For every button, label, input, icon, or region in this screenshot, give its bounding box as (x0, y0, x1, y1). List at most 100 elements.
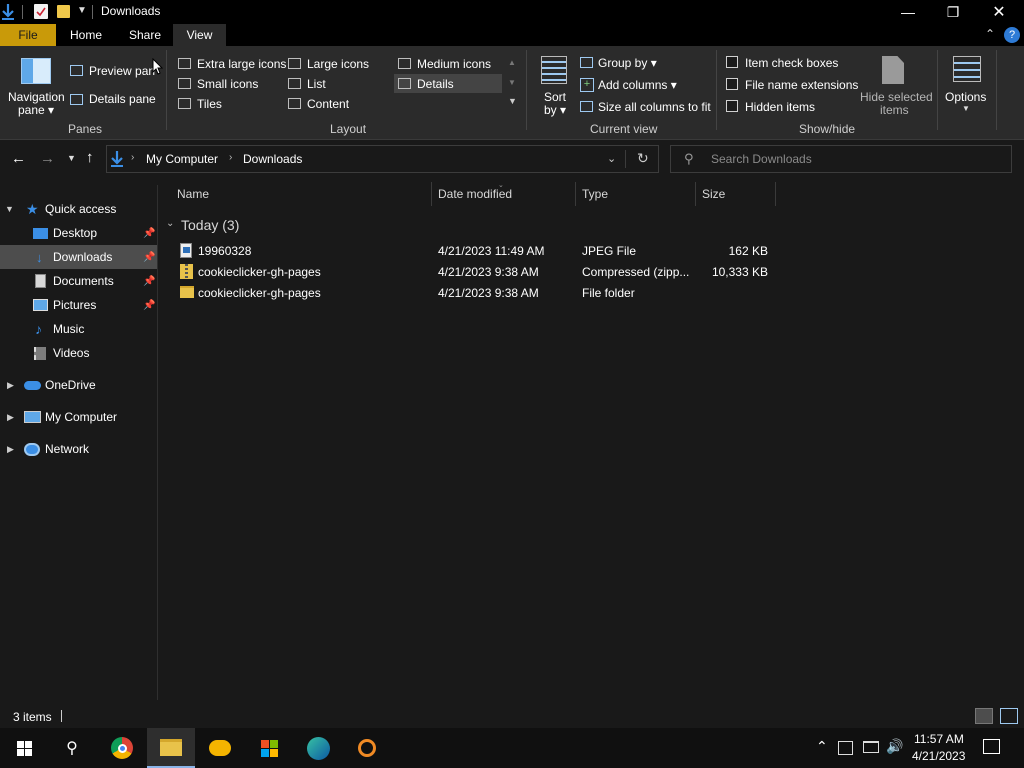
sort-by-button[interactable]: Sort by ▾ (536, 54, 572, 117)
layout-content[interactable]: Content (284, 94, 392, 113)
breadcrumb-separator-icon[interactable]: › (229, 152, 232, 163)
file-row[interactable]: cookieclicker-gh-pages 4/21/2023 9:38 AM… (170, 261, 780, 282)
chrome-taskbar-button[interactable] (98, 728, 146, 768)
clock-time[interactable]: 11:57 AM (914, 732, 964, 746)
column-header-size[interactable]: Size (702, 184, 725, 204)
pin-icon[interactable]: 📌 (143, 276, 155, 287)
notifications-icon[interactable] (983, 739, 1000, 754)
breadcrumb-separator-icon[interactable]: › (131, 152, 134, 163)
layout-large-icons[interactable]: Large icons (284, 54, 392, 73)
properties-icon[interactable] (34, 4, 48, 19)
file-explorer-taskbar-button[interactable] (147, 728, 195, 768)
pin-icon[interactable]: 📌 (143, 252, 155, 263)
expand-chevron-icon[interactable]: ▶ (7, 380, 14, 391)
search-box[interactable]: ⚲ Search Downloads (670, 145, 1012, 173)
start-button[interactable] (0, 728, 48, 768)
network-tray-icon[interactable] (863, 741, 879, 753)
file-name: cookieclicker-gh-pages (198, 265, 321, 279)
hide-selected-items-button[interactable]: Hide selected items (858, 54, 933, 117)
navigation-pane-button[interactable]: Navigation pane ▾ (6, 58, 66, 118)
size-all-columns-button[interactable]: Size all columns to fit (579, 98, 711, 116)
tab-file[interactable]: File (0, 24, 56, 46)
pin-icon[interactable]: 📌 (143, 300, 155, 311)
volume-tray-icon[interactable]: 🔊 (886, 738, 903, 755)
edge-taskbar-button[interactable] (294, 728, 342, 768)
clock-date[interactable]: 4/21/2023 (912, 749, 965, 763)
layout-list[interactable]: List (284, 74, 392, 93)
group-by-button[interactable]: Group by ▾ (579, 54, 679, 72)
breadcrumb-downloads[interactable]: Downloads (243, 152, 302, 166)
forward-arrow-icon[interactable]: → (40, 150, 55, 167)
column-divider[interactable] (575, 182, 576, 206)
nav-music[interactable]: ♪ Music (0, 317, 157, 341)
file-name-extensions-checkbox[interactable] (726, 78, 738, 90)
file-row[interactable]: cookieclicker-gh-pages 4/21/2023 9:38 AM… (170, 282, 780, 303)
minimize-button[interactable]: — (885, 0, 931, 24)
column-divider[interactable] (431, 182, 432, 206)
large-icons-view-toggle-icon[interactable] (1000, 708, 1018, 724)
tab-view[interactable]: View (173, 24, 226, 46)
tab-home[interactable]: Home (62, 24, 110, 46)
recent-locations-chevron-icon[interactable]: ▼ (67, 153, 76, 163)
collapse-group-chevron-icon[interactable]: ⌄ (166, 218, 174, 229)
new-folder-icon[interactable] (57, 5, 70, 18)
hidden-items-toggle[interactable]: Hidden items (725, 99, 835, 115)
add-columns-button[interactable]: + Add columns ▾ (579, 76, 689, 94)
column-header-type[interactable]: Type (582, 184, 608, 204)
address-history-chevron-icon[interactable]: ⌄ (607, 152, 616, 165)
up-arrow-icon[interactable]: ↑ (86, 149, 94, 166)
minimize-ribbon-chevron-icon[interactable]: ⌃ (985, 27, 995, 41)
layout-small-icons[interactable]: Small icons (174, 74, 284, 93)
details-pane-button[interactable]: Details pane (70, 91, 156, 109)
help-icon[interactable]: ? (1004, 27, 1020, 43)
layout-scroll-up-icon[interactable]: ▲ (508, 58, 516, 67)
weather-taskbar-button[interactable] (196, 728, 244, 768)
pin-icon[interactable]: 📌 (143, 228, 155, 239)
nav-videos[interactable]: Videos (0, 341, 157, 365)
nav-quick-access[interactable]: ▼ ★ Quick access (0, 197, 157, 221)
nav-documents[interactable]: Documents 📌 (0, 269, 157, 293)
layout-medium-icons[interactable]: Medium icons (394, 54, 502, 73)
expand-chevron-icon[interactable]: ▶ (7, 412, 14, 423)
nav-network[interactable]: ▶ Network (0, 437, 157, 461)
search-app-taskbar-button[interactable] (343, 728, 391, 768)
file-name-extensions-toggle[interactable]: File name extensions (725, 77, 858, 93)
breadcrumb-my-computer[interactable]: My Computer (146, 152, 218, 166)
nav-onedrive[interactable]: ▶ OneDrive (0, 373, 157, 397)
details-view-toggle-icon[interactable] (975, 708, 993, 724)
expand-chevron-icon[interactable]: ▼ (5, 204, 14, 214)
item-check-boxes-checkbox[interactable] (726, 56, 738, 68)
file-row[interactable]: 19960328 4/21/2023 11:49 AM JPEG File 16… (170, 240, 780, 261)
nav-my-computer[interactable]: ▶ My Computer (0, 405, 157, 429)
expand-chevron-icon[interactable]: ▶ (7, 444, 14, 455)
hidden-items-checkbox[interactable] (726, 100, 738, 112)
layout-extra-large-icons[interactable]: Extra large icons (174, 54, 286, 73)
nav-desktop[interactable]: Desktop 📌 (0, 221, 157, 245)
preview-pane-button[interactable]: Preview pan (70, 62, 156, 80)
refresh-icon[interactable]: ↻ (637, 150, 649, 167)
back-arrow-icon[interactable]: ← (11, 150, 26, 167)
show-hidden-icons-chevron-icon[interactable]: ⌃ (816, 738, 828, 755)
pictures-icon (33, 299, 48, 311)
security-tray-icon[interactable] (838, 741, 853, 755)
group-header-today[interactable]: ⌄ Today (3) (166, 215, 776, 235)
customize-toolbar-chevron-icon[interactable]: ▼ (77, 5, 87, 16)
nav-pictures[interactable]: Pictures 📌 (0, 293, 157, 317)
options-button[interactable]: Options ▼ (942, 54, 992, 116)
store-taskbar-button[interactable] (245, 728, 293, 768)
restore-button[interactable]: ❐ (930, 0, 976, 24)
nav-downloads[interactable]: ↓ Downloads 📌 (0, 245, 157, 269)
layout-scroll-down-icon[interactable]: ▼ (508, 78, 516, 87)
layout-more-icon[interactable]: ▼ (508, 96, 517, 106)
column-header-name[interactable]: Name (177, 184, 209, 204)
item-check-boxes-toggle[interactable]: Item check boxes (725, 55, 845, 71)
search-button[interactable]: ⚲ (48, 728, 96, 768)
tab-share[interactable]: Share (121, 24, 169, 46)
close-button[interactable]: ✕ (976, 0, 1022, 24)
column-divider[interactable] (775, 182, 776, 206)
column-header-date[interactable]: Date modified (438, 184, 512, 204)
layout-tiles[interactable]: Tiles (174, 94, 284, 113)
layout-details[interactable]: Details (394, 74, 502, 93)
address-bar[interactable]: › My Computer › Downloads ⌄ ↻ (106, 145, 659, 173)
column-divider[interactable] (695, 182, 696, 206)
